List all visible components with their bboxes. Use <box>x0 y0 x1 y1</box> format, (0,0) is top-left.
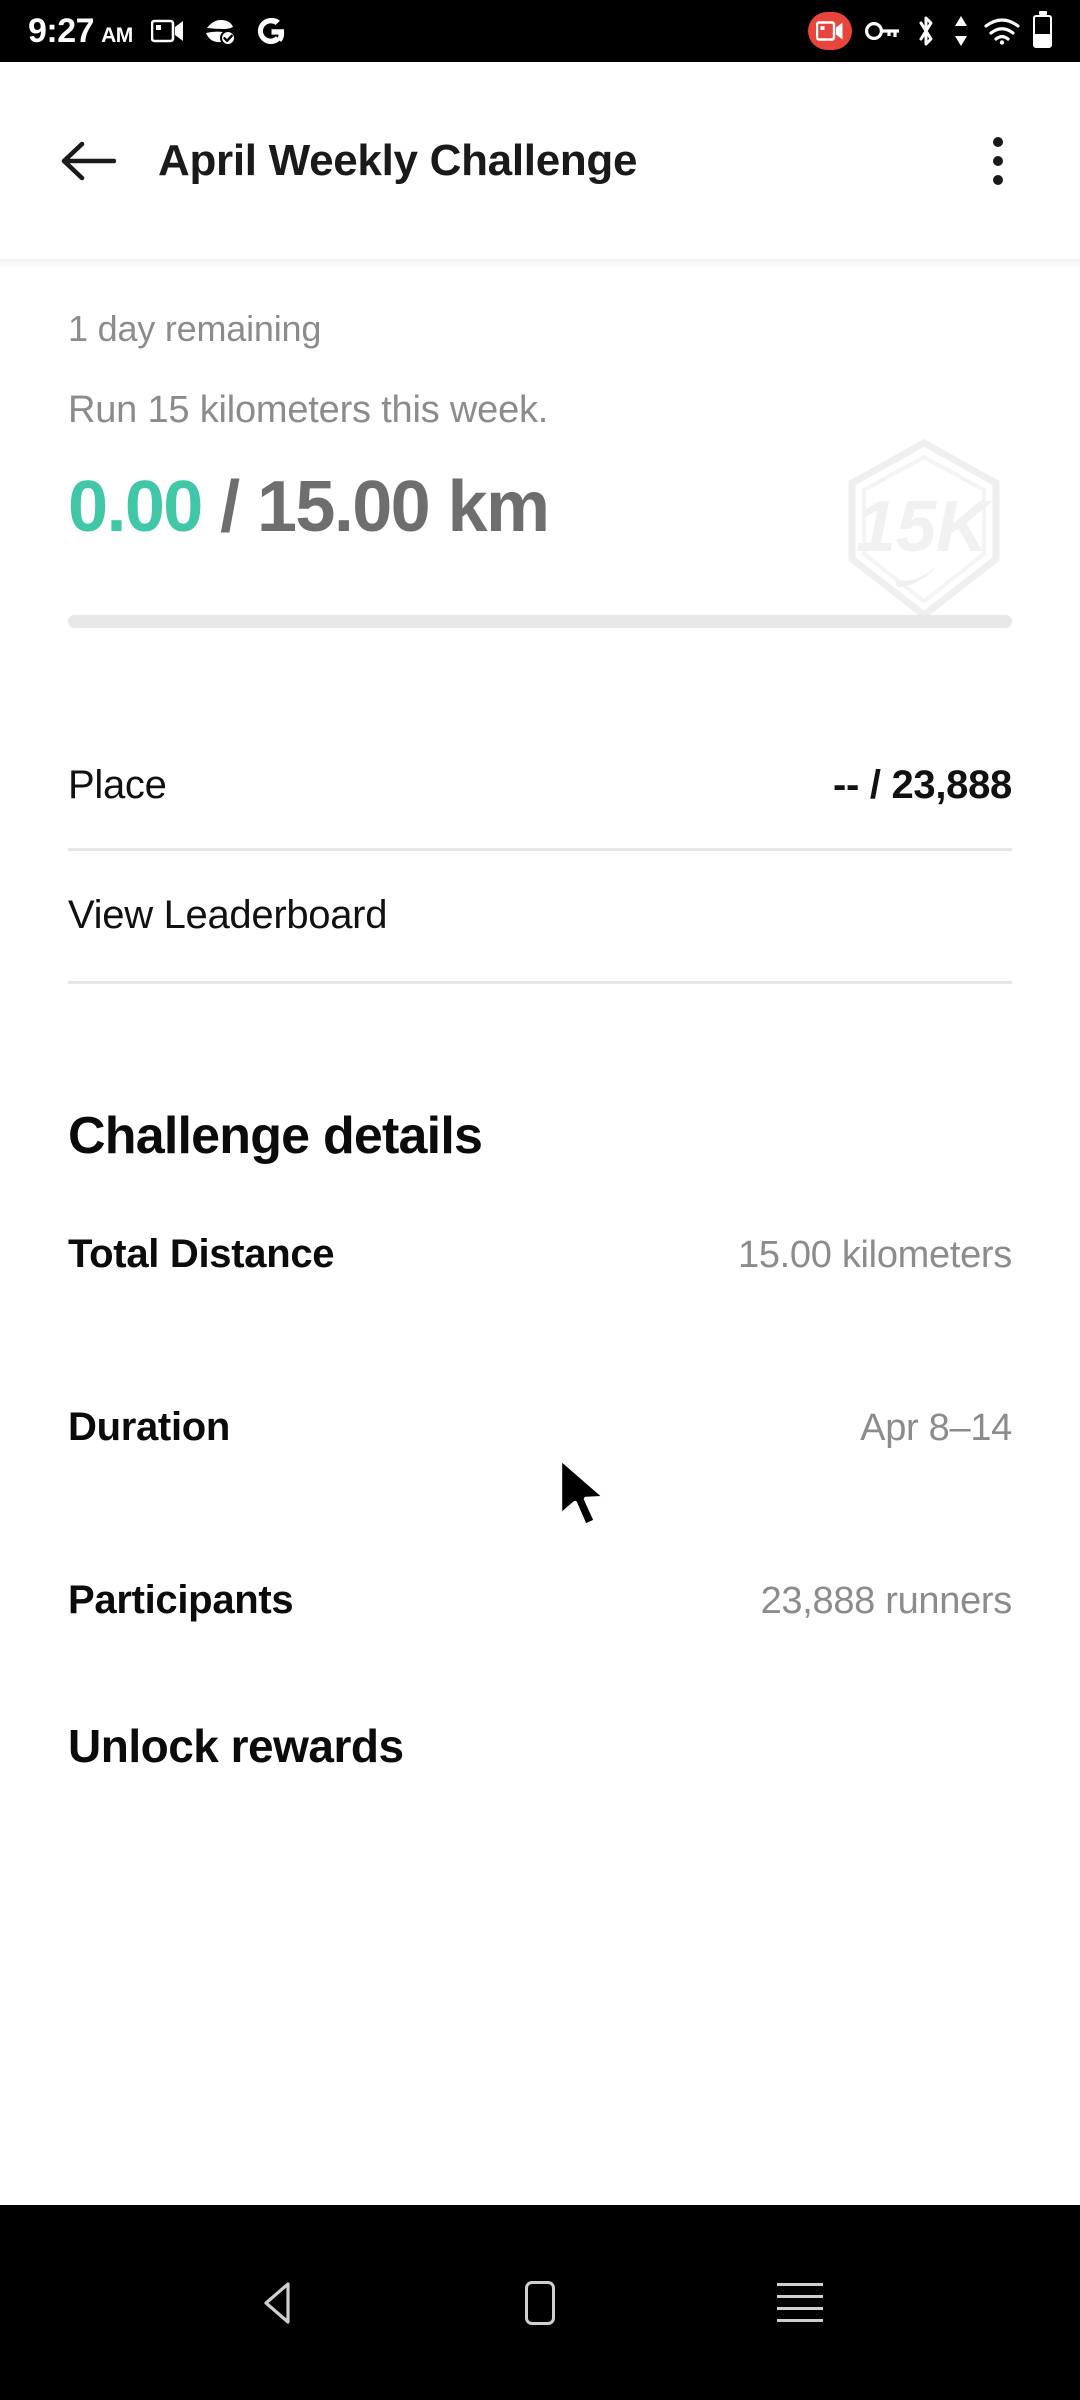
app-bar-shadow <box>0 259 1080 267</box>
overflow-menu-button[interactable] <box>956 113 1040 209</box>
view-leaderboard-button[interactable]: View Leaderboard <box>68 851 1012 981</box>
time-remaining-label: 1 day remaining <box>68 308 322 349</box>
detail-row-duration: Duration Apr 8–14 <box>68 1339 1012 1450</box>
challenge-scroll-content[interactable]: 1 day remaining Run 15 kilometers this w… <box>0 267 1080 2205</box>
app-bar: April Weekly Challenge <box>0 62 1080 259</box>
overflow-dot <box>993 155 1003 166</box>
back-triangle-icon <box>264 2281 290 2324</box>
progress-block: 0.00 / 15.00 km 15K <box>68 432 1012 628</box>
detail-label: Total Distance <box>68 1231 335 1276</box>
detail-value: 23,888 runners <box>760 1579 1013 1622</box>
recents-lines-icon <box>777 2283 823 2322</box>
screen-record-icon <box>150 18 185 44</box>
detail-value: Apr 8–14 <box>860 1406 1012 1449</box>
system-navigation-bar <box>0 2205 1080 2400</box>
unlock-rewards-heading: Unlock rewards <box>68 1719 404 1772</box>
challenge-badge-15k: 15K <box>844 438 1004 620</box>
home-square-icon <box>525 2280 555 2325</box>
screen-recording-active-icon <box>808 12 852 50</box>
detail-row-total-distance: Total Distance 15.00 kilometers <box>68 1166 1012 1277</box>
bluetooth-icon <box>914 15 938 47</box>
detail-value: 15.00 kilometers <box>737 1233 1012 1276</box>
detail-label: Participants <box>68 1577 294 1622</box>
back-arrow-icon <box>61 141 116 180</box>
detail-row-participants: Participants 23,888 runners <box>68 1512 1012 1623</box>
status-bar-clock: 9:27 AM <box>28 14 133 48</box>
overflow-dot <box>993 136 1003 147</box>
clock-time: 9:27 <box>28 12 95 50</box>
place-row: Place -- / 23,888 <box>68 724 1012 848</box>
google-g-icon <box>255 15 287 47</box>
place-label: Place <box>68 763 167 808</box>
clock-ampm: AM <box>101 24 133 47</box>
status-bar: 9:27 AM <box>0 0 1080 62</box>
data-transfer-icon <box>951 15 971 47</box>
page-title: April Weekly Challenge <box>158 135 638 185</box>
challenge-details-heading: Challenge details <box>68 1106 483 1165</box>
battery-icon <box>1033 10 1052 48</box>
back-button[interactable] <box>40 113 136 209</box>
svg-text:15K: 15K <box>856 487 993 567</box>
progress-bar-track <box>68 614 1012 628</box>
nav-back-button[interactable] <box>225 2248 335 2358</box>
shield-check-icon <box>203 17 237 45</box>
nav-recents-button[interactable] <box>745 2248 855 2358</box>
challenge-description: Run 15 kilometers this week. <box>68 389 549 431</box>
wifi-icon <box>984 17 1020 45</box>
progress-current-value: 0.00 <box>68 467 203 547</box>
overflow-dot <box>993 174 1003 185</box>
status-bar-left: 9:27 AM <box>28 14 287 48</box>
place-value: -- / 23,888 <box>832 763 1012 808</box>
vpn-key-icon <box>865 20 901 42</box>
progress-goal-value: / 15.00 km <box>220 467 550 547</box>
nav-home-button[interactable] <box>485 2248 595 2358</box>
view-leaderboard-label: View Leaderboard <box>68 893 388 938</box>
detail-label: Duration <box>68 1404 231 1449</box>
status-bar-right <box>808 10 1052 50</box>
